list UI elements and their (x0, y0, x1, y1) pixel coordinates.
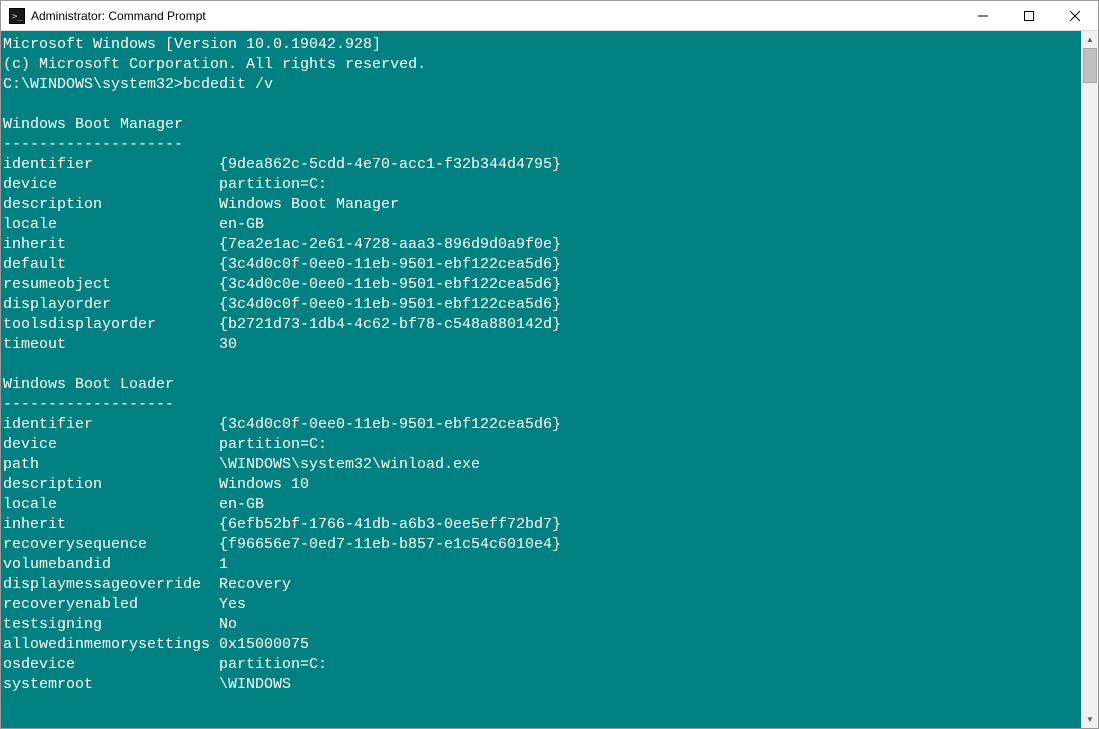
entry-row: toolsdisplayorder{b2721d73-1db4-4c62-bf7… (3, 315, 1079, 335)
entry-value: {b2721d73-1db4-4c62-bf78-c548a880142d} (219, 315, 561, 335)
entry-key: locale (3, 215, 219, 235)
scroll-down-arrow[interactable]: ▼ (1082, 711, 1098, 728)
entry-value: Recovery (219, 575, 291, 595)
entry-row: descriptionWindows 10 (3, 475, 1079, 495)
copyright-line: (c) Microsoft Corporation. All rights re… (3, 55, 1079, 75)
minimize-button[interactable] (960, 1, 1006, 30)
entry-value: Windows Boot Manager (219, 195, 399, 215)
entry-key: locale (3, 495, 219, 515)
entry-value: {3c4d0c0e-0ee0-11eb-9501-ebf122cea5d6} (219, 275, 561, 295)
entry-value: en-GB (219, 495, 264, 515)
entry-row: recoverysequence{f96656e7-0ed7-11eb-b857… (3, 535, 1079, 555)
entry-value: \WINDOWS (219, 675, 291, 695)
entry-row: timeout30 (3, 335, 1079, 355)
entry-value: 0x15000075 (219, 635, 309, 655)
entry-row: identifier{9dea862c-5cdd-4e70-acc1-f32b3… (3, 155, 1079, 175)
entry-row: inherit{6efb52bf-1766-41db-a6b3-0ee5eff7… (3, 515, 1079, 535)
entry-row: displayorder{3c4d0c0f-0ee0-11eb-9501-ebf… (3, 295, 1079, 315)
section-title: Windows Boot Loader (3, 375, 1079, 395)
entry-value: en-GB (219, 215, 264, 235)
entry-value: {3c4d0c0f-0ee0-11eb-9501-ebf122cea5d6} (219, 295, 561, 315)
entry-value: Windows 10 (219, 475, 309, 495)
entry-key: recoveryenabled (3, 595, 219, 615)
entry-key: displaymessageoverride (3, 575, 219, 595)
maximize-button[interactable] (1006, 1, 1052, 30)
entry-key: inherit (3, 235, 219, 255)
entry-key: description (3, 195, 219, 215)
section-divider: -------------------- (3, 135, 1079, 155)
entry-key: systemroot (3, 675, 219, 695)
entry-key: volumebandid (3, 555, 219, 575)
entry-key: allowedinmemorysettings (3, 635, 219, 655)
scrollbar[interactable]: ▲ ▼ (1081, 31, 1098, 728)
command: bcdedit /v (183, 76, 273, 93)
entry-row: path\WINDOWS\system32\winload.exe (3, 455, 1079, 475)
entry-row: devicepartition=C: (3, 435, 1079, 455)
terminal-output[interactable]: Microsoft Windows [Version 10.0.19042.92… (1, 31, 1081, 728)
entry-value: {6efb52bf-1766-41db-a6b3-0ee5eff72bd7} (219, 515, 561, 535)
entry-row: osdevicepartition=C: (3, 655, 1079, 675)
window-title: Administrator: Command Prompt (31, 9, 960, 23)
titlebar[interactable]: >_ Administrator: Command Prompt (1, 1, 1098, 31)
entry-row: identifier{3c4d0c0f-0ee0-11eb-9501-ebf12… (3, 415, 1079, 435)
terminal-container: Microsoft Windows [Version 10.0.19042.92… (1, 31, 1098, 728)
entry-key: device (3, 175, 219, 195)
entry-row: devicepartition=C: (3, 175, 1079, 195)
entry-value: {3c4d0c0f-0ee0-11eb-9501-ebf122cea5d6} (219, 415, 561, 435)
entry-key: recoverysequence (3, 535, 219, 555)
entry-row: localeen-GB (3, 495, 1079, 515)
entry-value: partition=C: (219, 435, 327, 455)
entry-row: inherit{7ea2e1ac-2e61-4728-aaa3-896d9d0a… (3, 235, 1079, 255)
entry-value: 1 (219, 555, 228, 575)
entry-value: 30 (219, 335, 237, 355)
blank-line (3, 355, 1079, 375)
entry-row: default{3c4d0c0f-0ee0-11eb-9501-ebf122ce… (3, 255, 1079, 275)
entry-row: volumebandid1 (3, 555, 1079, 575)
section-divider: ------------------- (3, 395, 1079, 415)
entry-value: {7ea2e1ac-2e61-4728-aaa3-896d9d0a9f0e} (219, 235, 561, 255)
entry-value: No (219, 615, 237, 635)
entry-value: partition=C: (219, 175, 327, 195)
prompt-line: C:\WINDOWS\system32>bcdedit /v (3, 75, 1079, 95)
entry-key: identifier (3, 415, 219, 435)
entry-key: description (3, 475, 219, 495)
entry-key: testsigning (3, 615, 219, 635)
entry-key: toolsdisplayorder (3, 315, 219, 335)
entry-key: identifier (3, 155, 219, 175)
entry-value: {3c4d0c0f-0ee0-11eb-9501-ebf122cea5d6} (219, 255, 561, 275)
entry-row: localeen-GB (3, 215, 1079, 235)
blank-line (3, 95, 1079, 115)
entry-key: device (3, 435, 219, 455)
entry-row: displaymessageoverrideRecovery (3, 575, 1079, 595)
cmd-icon: >_ (9, 8, 25, 24)
entry-value: \WINDOWS\system32\winload.exe (219, 455, 480, 475)
entry-key: timeout (3, 335, 219, 355)
entry-value: Yes (219, 595, 246, 615)
entry-key: resumeobject (3, 275, 219, 295)
entry-key: path (3, 455, 219, 475)
entry-value: {9dea862c-5cdd-4e70-acc1-f32b344d4795} (219, 155, 561, 175)
entry-value: {f96656e7-0ed7-11eb-b857-e1c54c6010e4} (219, 535, 561, 555)
scrollbar-thumb[interactable] (1083, 48, 1097, 83)
section-title: Windows Boot Manager (3, 115, 1079, 135)
prompt: C:\WINDOWS\system32> (3, 76, 183, 93)
entry-row: testsigningNo (3, 615, 1079, 635)
svg-text:>_: >_ (12, 12, 23, 22)
scroll-up-arrow[interactable]: ▲ (1082, 31, 1098, 48)
entry-value: partition=C: (219, 655, 327, 675)
close-button[interactable] (1052, 1, 1098, 30)
entry-key: displayorder (3, 295, 219, 315)
window-controls (960, 1, 1098, 30)
entry-row: descriptionWindows Boot Manager (3, 195, 1079, 215)
entry-key: inherit (3, 515, 219, 535)
entry-row: allowedinmemorysettings0x15000075 (3, 635, 1079, 655)
entry-row: systemroot\WINDOWS (3, 675, 1079, 695)
version-line: Microsoft Windows [Version 10.0.19042.92… (3, 35, 1079, 55)
entry-key: default (3, 255, 219, 275)
entry-row: resumeobject{3c4d0c0e-0ee0-11eb-9501-ebf… (3, 275, 1079, 295)
entry-key: osdevice (3, 655, 219, 675)
entry-row: recoveryenabledYes (3, 595, 1079, 615)
